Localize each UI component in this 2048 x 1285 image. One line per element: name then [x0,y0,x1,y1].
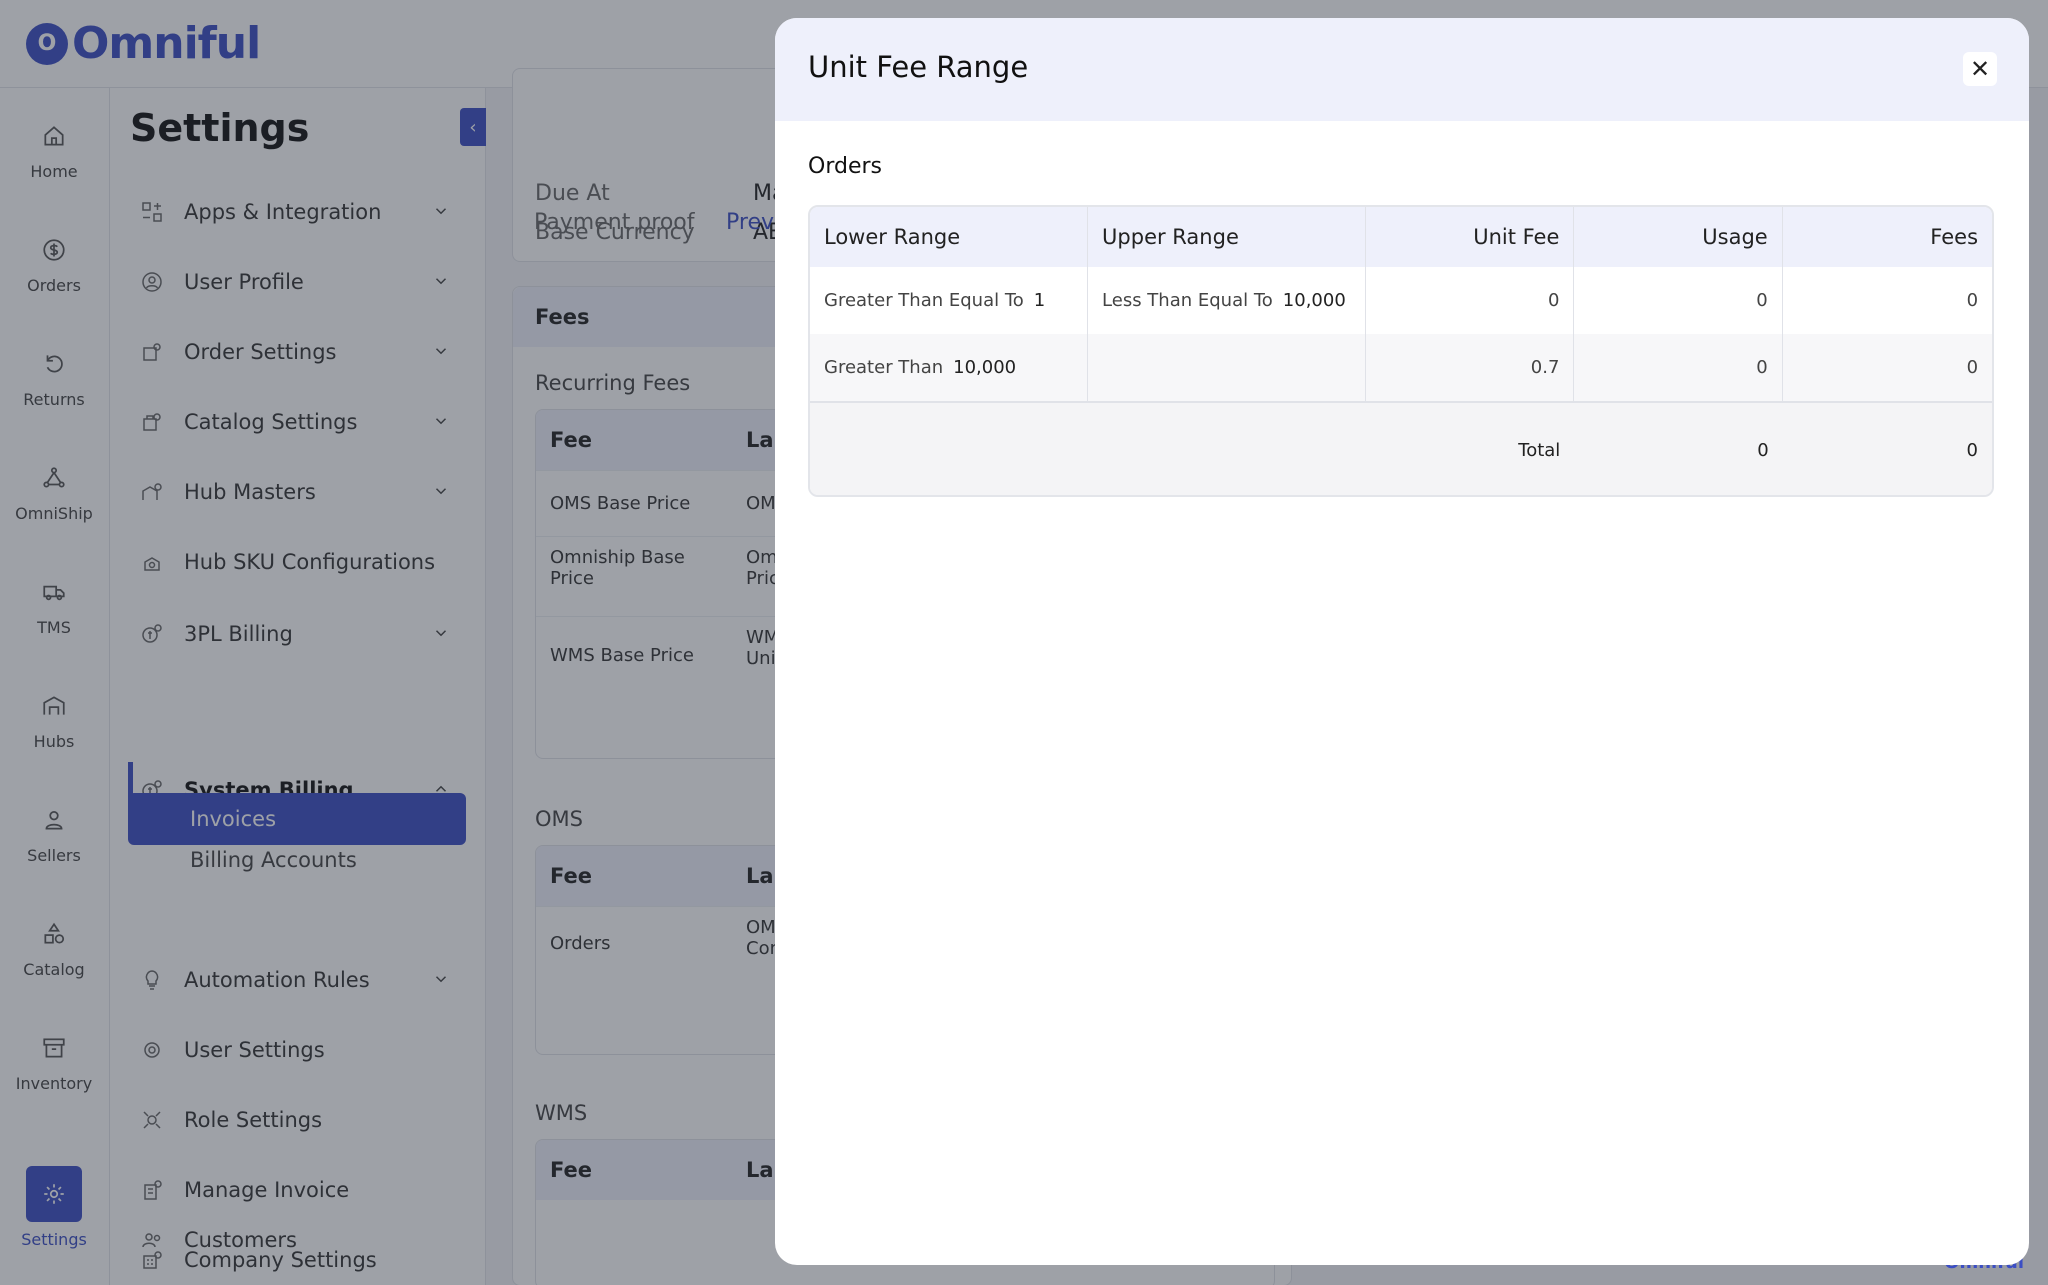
upper-range-label: Less Than Equal To [1102,290,1273,311]
unit-fee-cell: 0 [1366,267,1575,334]
modal-title: Unit Fee Range [808,50,1029,84]
usage-cell: 0 [1574,267,1783,334]
upper-range-header: Upper Range [1088,207,1367,267]
upper-range-cell [1088,334,1367,401]
lower-range-value: 1 [1033,290,1046,311]
upper-range-cell: Less Than Equal To 10,000 [1088,267,1367,334]
table-row: Greater Than Equal To 1 Less Than Equal … [810,267,1992,334]
fees-cell: 0 [1966,290,1979,311]
table-row: Greater Than 10,000 0.7 0 0 [810,334,1992,401]
lower-range-label: Greater Than Equal To [824,290,1024,311]
unit-fee-header: Unit Fee [1366,207,1575,267]
unit-fee-range-modal: Unit Fee Range ✕ Orders Lower Range Uppe… [775,18,2029,1265]
unit-fee-range-table: Lower Range Upper Range Unit Fee Usage F… [808,205,1994,497]
usage-cell: 0 [1574,334,1783,401]
close-button[interactable]: ✕ [1963,52,1997,86]
orders-section-title: Orders [808,154,882,179]
total-row: Total 0 0 [810,401,1992,495]
lower-range-cell: Greater Than 10,000 [810,334,1089,401]
lower-range-cell: Greater Than Equal To 1 [810,267,1089,334]
fees-header: Fees [1930,225,1979,249]
total-label: Total [1518,439,1561,461]
modal-header: Unit Fee Range ✕ [775,18,2029,121]
usage-header: Usage [1574,207,1783,267]
lower-range-label: Greater Than [824,357,944,378]
total-usage: 0 [1757,439,1769,461]
unit-fee-cell: 0.7 [1366,334,1575,401]
table-header: Lower Range Upper Range Unit Fee Usage F… [810,207,1992,267]
upper-range-value: 10,000 [1282,290,1346,311]
total-fees: 0 [1966,439,1978,461]
lower-range-value: 10,000 [953,357,1017,378]
fees-cell: 0 [1966,357,1979,378]
lower-range-header: Lower Range [810,207,1089,267]
